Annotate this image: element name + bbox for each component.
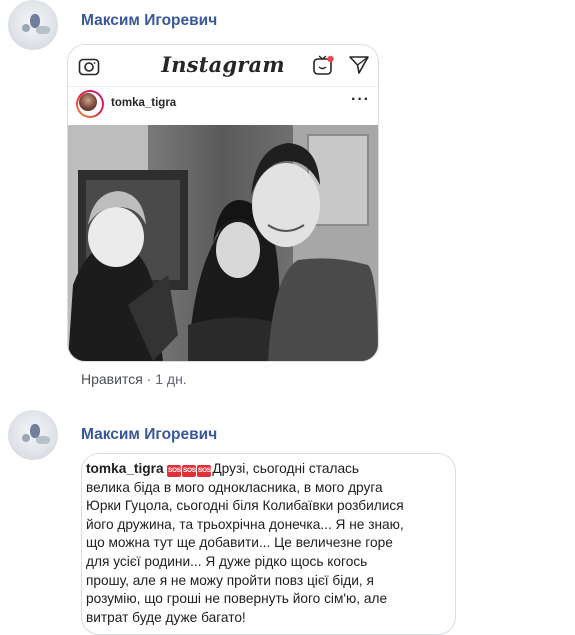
instagram-post-photo: [68, 125, 378, 361]
caption-line: розумію, що гроші не повернуть його сім'…: [86, 591, 388, 607]
instagram-user-avatar: [76, 90, 104, 118]
instagram-header: Instagram: [68, 45, 378, 87]
sos-badge-icon: SOS: [197, 465, 212, 477]
avatar[interactable]: [8, 0, 58, 50]
instagram-post-header: tomka_tigra ···: [68, 87, 378, 125]
instagram-username: tomka_tigra: [111, 97, 177, 109]
comment-author-name[interactable]: Максим Игоревич: [81, 426, 217, 444]
caption-line: велика біда в мого однокласника, в мого …: [86, 479, 383, 495]
caption-line: що можна тут ще добавити... Це величезне…: [86, 535, 393, 551]
caption-username: tomka_tigra: [86, 461, 164, 476]
caption-line: tomka_tigra SOS SOS SOS Друзі, сьогодні ста…: [86, 461, 360, 477]
comment-author-name[interactable]: Максим Игоревич: [81, 12, 217, 30]
caption-line: його дружина, та трьохрічна донечка... Я…: [86, 516, 404, 532]
sos-badge-icon: SOS: [182, 465, 197, 477]
comment-meta: Нравится · 1 дн.: [81, 371, 187, 387]
more-options-icon: ···: [351, 91, 370, 108]
caption-line: прошу, але я не можу пройти повз цієї бі…: [86, 572, 374, 588]
meta-separator: ·: [146, 371, 152, 387]
caption-text: tomka_tigra SOS SOS SOS Друзі, сьогодні ста…: [86, 460, 446, 627]
like-link[interactable]: Нравится: [81, 371, 143, 387]
avatar[interactable]: [8, 410, 58, 460]
direct-message-icon: [349, 56, 369, 74]
comment-timestamp[interactable]: 1 дн.: [155, 371, 186, 387]
sos-badge-icon: SOS: [167, 465, 182, 477]
igtv-icon: [313, 55, 334, 75]
caption-line: витрат буде дуже багато!: [86, 609, 246, 625]
instagram-screenshot-attachment[interactable]: Instagram tomka_tigra ···: [67, 44, 379, 362]
caption-line: для усієї родини... Я дуже рідко щось ко…: [86, 553, 368, 569]
caption-line: Юрки Гуцола, сьогодні біля Колибаївки ро…: [86, 498, 404, 514]
